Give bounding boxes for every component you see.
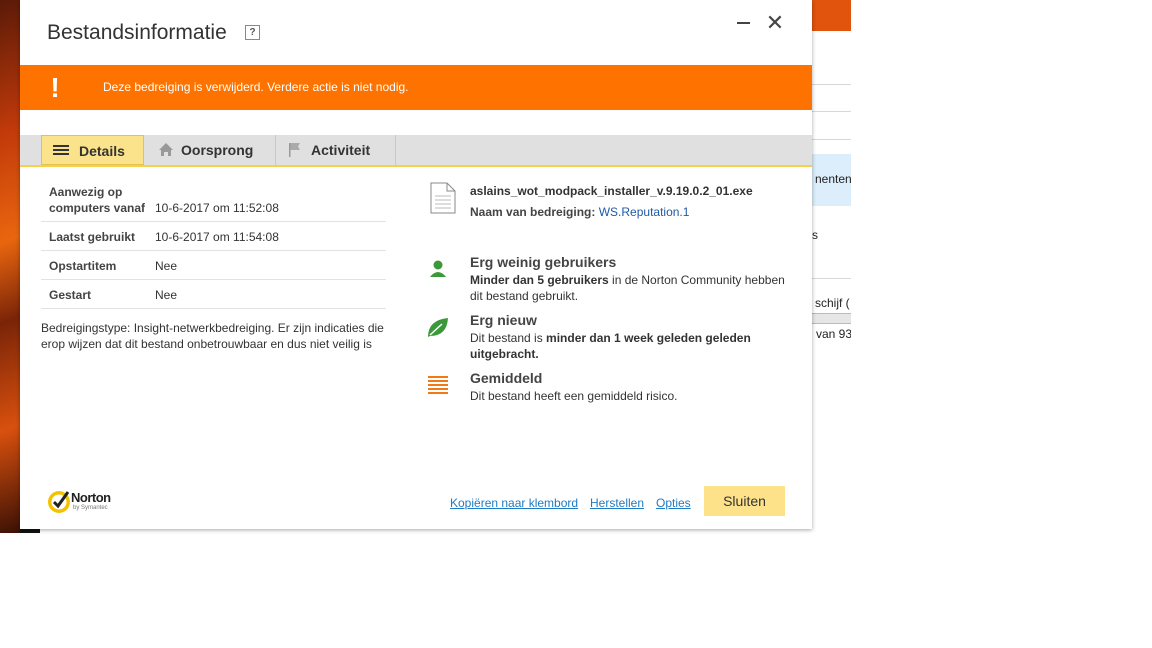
minimize-button[interactable] bbox=[734, 14, 752, 32]
background-text: van 93 bbox=[816, 327, 851, 341]
rating-title: Gemiddeld bbox=[470, 370, 543, 386]
exclamation-icon: ! bbox=[50, 72, 60, 103]
row-label: Laatst gebruikt bbox=[49, 230, 136, 244]
background-progress-bar bbox=[812, 313, 851, 324]
options-link[interactable]: Opties bbox=[656, 496, 691, 510]
details-table: Aanwezig op computers vanaf 10-6-2017 om… bbox=[41, 175, 386, 309]
alert-text: Deze bedreiging is verwijderd. Verdere a… bbox=[103, 80, 409, 94]
dialog-title: Bestandsinformatie bbox=[47, 21, 227, 44]
table-row: Opstartitem Nee bbox=[41, 251, 386, 280]
background-divider bbox=[812, 278, 851, 279]
background-text: nenten bbox=[815, 172, 851, 186]
background-text: s bbox=[812, 228, 818, 242]
row-value: 10-6-2017 om 11:52:08 bbox=[155, 201, 279, 215]
tab-details[interactable]: Details bbox=[41, 135, 144, 165]
file-info-dialog: Bestandsinformatie ? ✕ ! Deze bedreiging… bbox=[20, 0, 812, 529]
row-value: 10-6-2017 om 11:54:08 bbox=[155, 230, 279, 244]
help-icon[interactable]: ? bbox=[245, 25, 260, 40]
background-text: schijf ( bbox=[815, 296, 850, 310]
norton-logo-sub: by Symantec bbox=[73, 505, 108, 511]
row-label: computers vanaf bbox=[49, 201, 146, 215]
close-dialog-button[interactable]: Sluiten bbox=[704, 486, 785, 516]
table-row: Aanwezig op computers vanaf 10-6-2017 om… bbox=[41, 175, 386, 222]
row-value: Nee bbox=[155, 259, 178, 273]
copy-clipboard-link[interactable]: Kopiëren naar klembord bbox=[450, 496, 578, 510]
row-label: Gestart bbox=[49, 288, 92, 302]
table-row: Gestart Nee bbox=[41, 280, 386, 309]
threat-name-line: Naam van bedreiging: WS.Reputation.1 bbox=[470, 205, 689, 219]
rating-title: Erg nieuw bbox=[470, 312, 537, 328]
background-window-header bbox=[812, 0, 851, 31]
tab-label: Oorsprong bbox=[181, 142, 254, 158]
table-row: Laatst gebruikt 10-6-2017 om 11:54:08 bbox=[41, 222, 386, 251]
tab-label: Details bbox=[79, 143, 125, 159]
background-window bbox=[812, 0, 851, 533]
close-button[interactable]: ✕ bbox=[765, 12, 785, 34]
flag-icon bbox=[289, 143, 300, 157]
user-icon bbox=[430, 260, 446, 277]
background-divider bbox=[812, 139, 851, 140]
alert-banner: ! Deze bedreiging is verwijderd. Verdere… bbox=[20, 65, 812, 110]
norton-logo-text: Norton bbox=[71, 490, 111, 505]
threat-name-label: Naam van bedreiging: bbox=[470, 205, 596, 219]
threat-name: WS.Reputation.1 bbox=[598, 205, 690, 219]
background-divider bbox=[812, 84, 851, 85]
restore-link[interactable]: Herstellen bbox=[590, 496, 644, 510]
tab-bar: Details Oorsprong Activiteit bbox=[20, 135, 812, 167]
rating-title: Erg weinig gebruikers bbox=[470, 254, 617, 270]
background-divider bbox=[812, 111, 851, 112]
risk-bars-icon bbox=[428, 376, 448, 394]
leaf-icon bbox=[428, 318, 448, 337]
row-label: Opstartitem bbox=[49, 259, 117, 273]
file-icon bbox=[430, 182, 456, 214]
hamburger-icon bbox=[53, 145, 69, 157]
rating-text: Dit bestand is minder dan 1 week geleden… bbox=[470, 331, 751, 361]
rating-text: Dit bestand heeft een gemiddeld risico. bbox=[470, 389, 678, 403]
home-icon bbox=[159, 143, 173, 156]
threat-description: Bedreigingstype: Insight-netwerkbedreigi… bbox=[41, 321, 384, 351]
row-label: Aanwezig op bbox=[49, 185, 123, 199]
desktop-wallpaper bbox=[0, 0, 20, 533]
row-value: Nee bbox=[155, 288, 178, 302]
tab-activiteit[interactable]: Activiteit bbox=[275, 135, 396, 165]
norton-logo: Norton by Symantec bbox=[47, 488, 127, 516]
tab-label: Activiteit bbox=[311, 142, 371, 158]
file-name: aslains_wot_modpack_installer_v.9.19.0.2… bbox=[470, 184, 753, 198]
rating-text: Minder dan 5 gebruikers in de Norton Com… bbox=[470, 273, 785, 303]
minimize-icon bbox=[737, 22, 750, 24]
tab-oorsprong[interactable]: Oorsprong bbox=[145, 135, 276, 165]
